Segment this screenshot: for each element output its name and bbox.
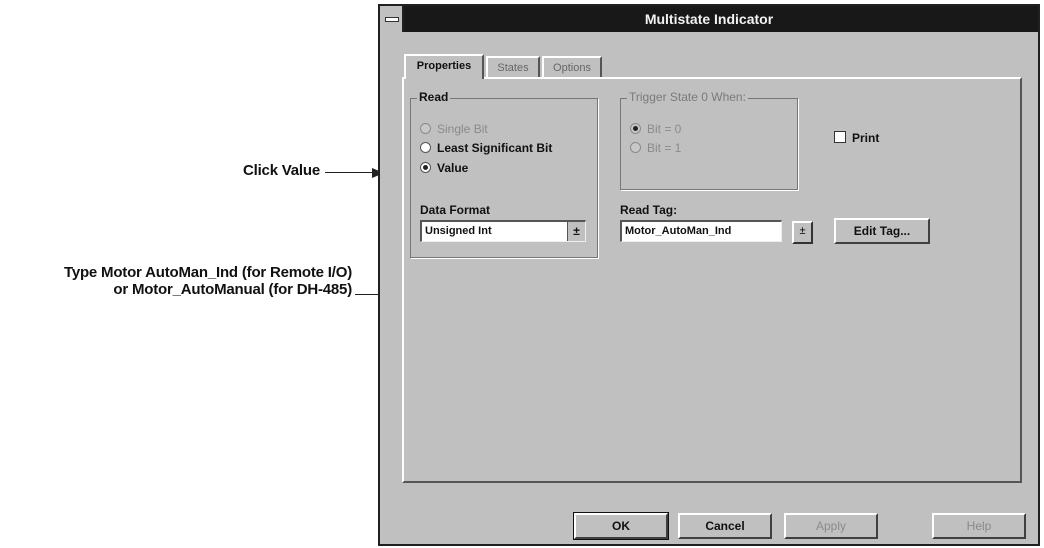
type-tag-callout-line2: or Motor_AutoManual (for DH-485) xyxy=(113,281,352,298)
edit-tag-button[interactable]: Edit Tag... xyxy=(834,218,930,244)
data-format-label: Data Format xyxy=(420,203,491,217)
dropdown-arrow-icon[interactable]: ± xyxy=(567,222,585,241)
help-button[interactable]: Help xyxy=(932,513,1026,539)
click-value-line xyxy=(325,172,373,173)
tab-properties[interactable]: Properties xyxy=(404,54,484,79)
radio-selected-icon xyxy=(630,123,641,134)
radio-circle-icon xyxy=(420,123,431,134)
checkbox-icon xyxy=(834,131,846,143)
tab-states[interactable]: States xyxy=(486,56,540,78)
ok-button[interactable]: OK xyxy=(573,512,669,540)
tab-options[interactable]: Options xyxy=(542,56,602,78)
multistate-indicator-dialog: Multistate Indicator Properties States O… xyxy=(378,4,1040,546)
type-tag-callout-line1: Type Motor AutoMan_Ind (for Remote I/O) xyxy=(63,264,352,281)
radio-single-bit[interactable]: Single Bit xyxy=(420,122,488,136)
radio-value[interactable]: Value xyxy=(420,161,468,175)
system-menu-icon[interactable] xyxy=(380,6,404,32)
radio-circle-icon xyxy=(420,142,431,153)
title-bar: Multistate Indicator xyxy=(380,6,1038,32)
radio-bit-1[interactable]: Bit = 1 xyxy=(630,141,681,155)
radio-bit-0[interactable]: Bit = 0 xyxy=(630,122,681,136)
read-tag-input[interactable]: Motor_AutoMan_Ind xyxy=(620,220,782,242)
tag-browse-dropdown-icon[interactable]: ± xyxy=(792,221,813,244)
read-tag-label: Read Tag: xyxy=(620,203,678,217)
read-group-label: Read xyxy=(417,90,451,104)
trigger-group-label: Trigger State 0 When: xyxy=(627,90,748,104)
apply-button[interactable]: Apply xyxy=(784,513,878,539)
data-format-select[interactable]: Unsigned Int ± xyxy=(420,220,586,242)
window-title: Multistate Indicator xyxy=(644,11,774,27)
click-value-callout: Click Value xyxy=(242,162,320,179)
radio-circle-icon xyxy=(630,142,641,153)
cancel-button[interactable]: Cancel xyxy=(678,513,772,539)
radio-least-significant-bit[interactable]: Least Significant Bit xyxy=(420,141,552,155)
radio-selected-icon xyxy=(420,162,431,173)
print-checkbox[interactable]: Print xyxy=(834,131,879,145)
